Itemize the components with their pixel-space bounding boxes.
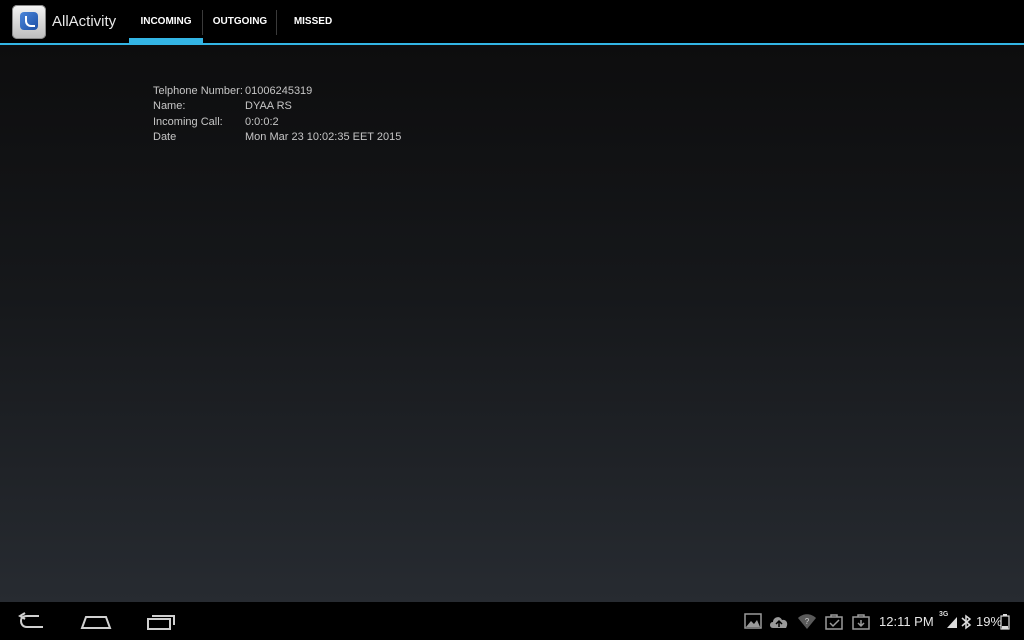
back-icon [18, 612, 43, 628]
tab-outgoing[interactable]: OUTGOING [203, 0, 277, 43]
content-area: Telphone Number: 01006245319 Name: DYAA … [0, 45, 1024, 602]
home-icon [80, 616, 112, 629]
clock[interactable]: 12:11 PM [879, 614, 934, 629]
app-title: AllActivity [52, 13, 117, 30]
home-button[interactable] [66, 602, 126, 640]
gallery-icon[interactable] [744, 612, 762, 630]
action-bar: AllActivity INCOMING OUTGOING MISSED [0, 0, 1024, 43]
battery-icon [1000, 613, 1010, 631]
system-bar: ? 12:11 PM 3G 19% [0, 602, 1024, 640]
name-label: Name: [153, 100, 186, 113]
store-icon[interactable] [824, 612, 844, 630]
phone-app-icon[interactable] [12, 5, 46, 39]
tab-missed[interactable]: MISSED [277, 0, 349, 43]
recent-apps-icon [147, 615, 175, 630]
store-update-icon[interactable] [851, 612, 871, 630]
bluetooth-icon [960, 613, 972, 631]
back-button[interactable] [2, 602, 62, 640]
wifi-icon: ? [797, 612, 817, 630]
tab-incoming[interactable]: INCOMING [129, 0, 203, 43]
telephone-number-value: 01006245319 [245, 85, 313, 97]
screen: AllActivity INCOMING OUTGOING MISSED Tel… [0, 0, 1024, 640]
telephone-number-label: Telphone Number: [153, 85, 243, 97]
signal-icon [946, 613, 958, 631]
incoming-call-value: 0:0:0:2 [245, 115, 279, 128]
svg-text:?: ? [805, 617, 810, 626]
date-label: Date [153, 130, 177, 143]
cloud-upload-icon[interactable] [768, 612, 790, 630]
date-value: Mon Mar 23 10:02:35 EET 2015 [245, 130, 402, 143]
recent-apps-button[interactable] [131, 602, 191, 640]
incoming-call-label: Incoming Call: [153, 115, 223, 128]
battery-percent: 19% [976, 614, 1003, 629]
name-value: DYAA RS [245, 100, 292, 113]
